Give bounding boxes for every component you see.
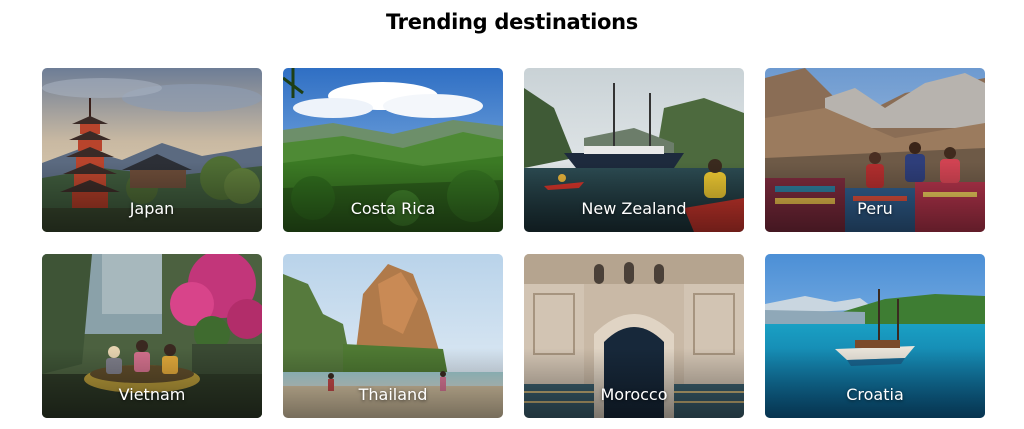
destination-card-thailand[interactable]: Thailand <box>283 254 503 418</box>
destination-card-morocco[interactable]: Morocco <box>524 254 744 418</box>
destination-card-japan[interactable]: Japan <box>42 68 262 232</box>
destination-card-peru[interactable]: Peru <box>765 68 985 232</box>
section-title: Trending destinations <box>385 10 639 34</box>
destination-label: Japan <box>129 199 175 218</box>
destinations-grid: Japan Costa Rica New Zealand Peru Vietna… <box>42 68 986 418</box>
destination-label: Vietnam <box>118 385 186 404</box>
destination-card-vietnam[interactable]: Vietnam <box>42 254 262 418</box>
destination-label: Thailand <box>358 385 428 404</box>
destination-label: Peru <box>857 199 893 218</box>
destination-label: New Zealand <box>581 199 687 218</box>
destination-card-new-zealand[interactable]: New Zealand <box>524 68 744 232</box>
destination-label: Morocco <box>600 385 668 404</box>
destination-card-costa-rica[interactable]: Costa Rica <box>283 68 503 232</box>
destination-label: Croatia <box>846 385 904 404</box>
destination-card-croatia[interactable]: Croatia <box>765 254 985 418</box>
destination-label: Costa Rica <box>350 199 436 218</box>
